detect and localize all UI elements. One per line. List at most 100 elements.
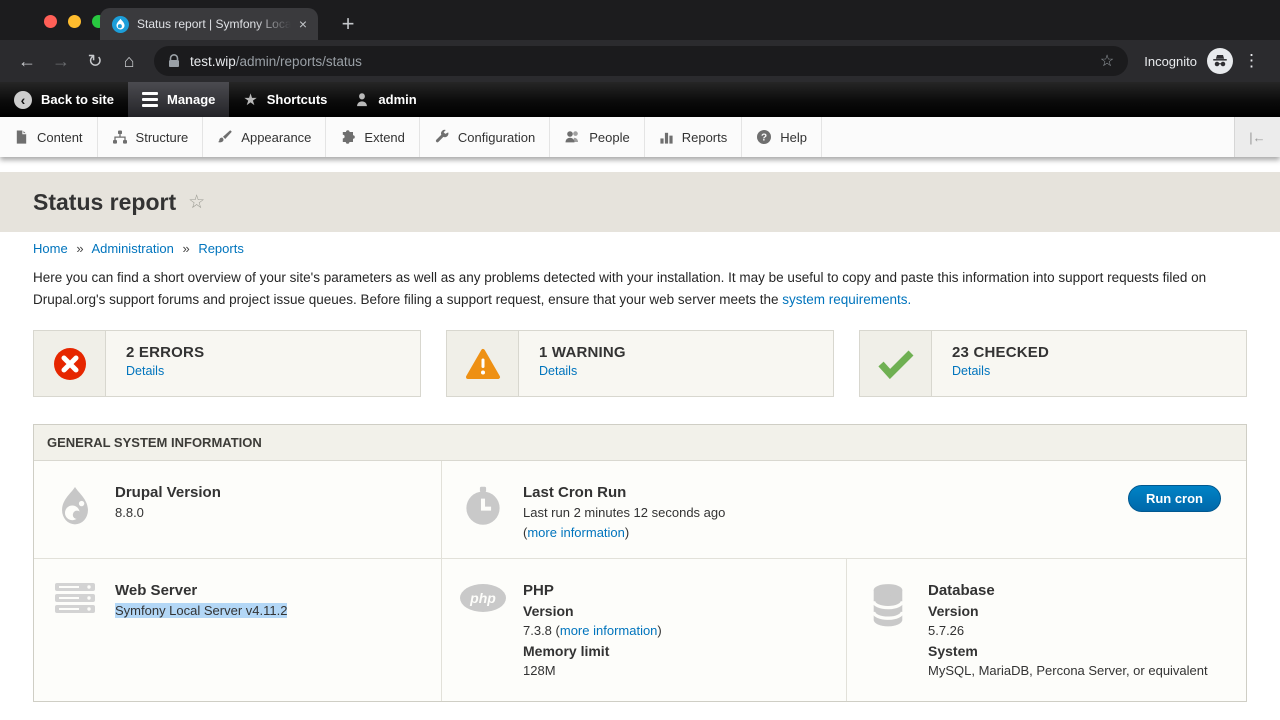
- checked-card: 23 CHECKED Details: [859, 330, 1247, 397]
- drupal-logo-icon: [50, 485, 100, 558]
- hamburger-icon: [142, 92, 158, 107]
- database-system-label: System: [928, 641, 1208, 661]
- warnings-card: 1 WARNING Details: [446, 330, 834, 397]
- web-server-value-highlighted: Symfony Local Server v4.11.2: [115, 603, 287, 618]
- back-to-site-button[interactable]: ‹ Back to site: [0, 82, 128, 117]
- last-cron-run-value: Last run 2 minutes 12 seconds ago: [523, 503, 725, 523]
- drupal-admin-toolbar: ‹ Back to site Manage ★ Shortcuts admin: [0, 82, 1280, 117]
- url-path: /admin/reports/status: [236, 54, 362, 69]
- page-content: Home » Administration » Reports Here you…: [0, 241, 1280, 702]
- general-system-information-panel: GENERAL SYSTEM INFORMATION D: [33, 424, 1247, 702]
- errors-details-link[interactable]: Details: [126, 364, 204, 378]
- cron-more-information: (more information): [523, 523, 725, 543]
- menu-item-label: Reports: [682, 130, 728, 145]
- forward-icon[interactable]: →: [44, 44, 78, 78]
- system-requirements-link[interactable]: system requirements.: [782, 292, 911, 307]
- menu-item-label: People: [589, 130, 629, 145]
- new-tab-button[interactable]: +: [334, 10, 362, 38]
- shortcut-toggle-star-icon[interactable]: ☆: [188, 191, 205, 214]
- close-tab-icon[interactable]: ×: [294, 16, 312, 32]
- reload-icon[interactable]: ↻: [78, 44, 112, 78]
- intro-text: Here you can find a short overview of yo…: [33, 270, 1206, 307]
- address-bar[interactable]: test.wip /admin/reports/status ☆: [154, 46, 1128, 76]
- php-version-label: Version: [523, 601, 662, 621]
- php-more-information-link[interactable]: more information: [560, 623, 658, 638]
- window-controls: [44, 15, 105, 28]
- browser-tab[interactable]: Status report | Symfony Local Se ×: [100, 8, 318, 40]
- shortcuts-star-icon: ★: [243, 90, 257, 110]
- menu-item-people[interactable]: People: [550, 117, 644, 157]
- menu-item-extend[interactable]: Extend: [326, 117, 419, 157]
- admin-user-tab[interactable]: admin: [341, 82, 430, 117]
- php-cell: php PHP Version 7.3.8 (more information)…: [441, 559, 846, 701]
- breadcrumb-administration-link[interactable]: Administration: [91, 241, 173, 256]
- database-version-label: Version: [928, 601, 1208, 621]
- drupal-version-title: Drupal Version: [115, 483, 221, 503]
- error-icon: [34, 331, 106, 396]
- home-icon[interactable]: ⌂: [112, 44, 146, 78]
- errors-count-label: 2 ERRORS: [126, 344, 204, 361]
- php-logo-icon: php: [458, 583, 508, 701]
- panel-heading: GENERAL SYSTEM INFORMATION: [34, 425, 1246, 461]
- menu-item-configuration[interactable]: Configuration: [420, 117, 550, 157]
- warnings-details-link[interactable]: Details: [539, 364, 626, 378]
- warning-icon: [447, 331, 519, 396]
- database-system-value: MySQL, MariaDB, Percona Server, or equiv…: [928, 661, 1208, 681]
- php-version-line: 7.3.8 (more information): [523, 621, 662, 641]
- reports-barchart-icon: [659, 130, 674, 145]
- lock-icon: [168, 54, 180, 68]
- menu-item-help[interactable]: ? Help: [742, 117, 822, 157]
- paren: ): [625, 525, 629, 540]
- status-summary-cards: 2 ERRORS Details 1 WARNING Deta: [33, 330, 1247, 397]
- checked-details-link[interactable]: Details: [952, 364, 1049, 378]
- window-minimize-button[interactable]: [68, 15, 81, 28]
- menu-item-appearance[interactable]: Appearance: [203, 117, 326, 157]
- php-memory-limit-label: Memory limit: [523, 641, 662, 661]
- back-icon[interactable]: ←: [10, 44, 44, 78]
- web-server-title: Web Server: [115, 581, 287, 601]
- manage-label: Manage: [167, 92, 215, 107]
- incognito-label: Incognito: [1144, 54, 1197, 69]
- menu-item-reports[interactable]: Reports: [645, 117, 743, 157]
- menu-item-label: Help: [780, 130, 807, 145]
- breadcrumb: Home » Administration » Reports: [33, 241, 1247, 256]
- menu-item-content[interactable]: Content: [0, 117, 98, 157]
- intro-paragraph: Here you can find a short overview of yo…: [33, 267, 1247, 310]
- php-memory-limit-value: 128M: [523, 661, 662, 681]
- browser-menu-icon[interactable]: ⋮: [1243, 51, 1260, 71]
- page-header: Status report ☆: [0, 172, 1280, 232]
- shortcuts-tab[interactable]: ★ Shortcuts: [229, 82, 341, 117]
- configuration-wrench-icon: [434, 129, 450, 145]
- php-title: PHP: [523, 581, 662, 601]
- incognito-icon: [1207, 48, 1233, 74]
- database-version-value: 5.7.26: [928, 621, 1208, 641]
- last-cron-run-title: Last Cron Run: [523, 483, 725, 503]
- back-to-site-icon: ‹: [14, 91, 32, 109]
- breadcrumb-separator: »: [76, 241, 83, 256]
- structure-sitemap-icon: [112, 129, 128, 145]
- page-body: Status report ☆ Home » Administration » …: [0, 172, 1280, 720]
- stopwatch-icon: [458, 485, 508, 558]
- toolbar-orientation-toggle[interactable]: |←: [1234, 117, 1280, 157]
- manage-tab[interactable]: Manage: [128, 82, 229, 117]
- browser-window: Status report | Symfony Local Se × + ← →…: [0, 0, 1280, 720]
- user-icon: [355, 92, 369, 107]
- admin-user-label: admin: [378, 92, 416, 107]
- menu-item-label: Appearance: [241, 130, 311, 145]
- panel-row-1: Drupal Version 8.8.0: [34, 461, 1246, 559]
- page-title: Status report: [33, 189, 176, 216]
- checked-count-label: 23 CHECKED: [952, 344, 1049, 361]
- breadcrumb-home-link[interactable]: Home: [33, 241, 68, 256]
- cron-more-information-link[interactable]: more information: [527, 525, 625, 540]
- run-cron-button[interactable]: Run cron: [1128, 485, 1221, 512]
- back-to-site-label: Back to site: [41, 92, 114, 107]
- bookmark-star-icon[interactable]: ☆: [1100, 51, 1114, 71]
- errors-card: 2 ERRORS Details: [33, 330, 421, 397]
- browser-toolbar: ← → ↻ ⌂ test.wip /admin/reports/status ☆…: [0, 40, 1280, 82]
- menu-item-structure[interactable]: Structure: [98, 117, 204, 157]
- last-cron-run-cell: Last Cron Run Last run 2 minutes 12 seco…: [441, 461, 1246, 558]
- window-close-button[interactable]: [44, 15, 57, 28]
- url-host: test.wip: [190, 54, 236, 69]
- svg-text:?: ?: [761, 132, 767, 143]
- breadcrumb-reports-link[interactable]: Reports: [198, 241, 244, 256]
